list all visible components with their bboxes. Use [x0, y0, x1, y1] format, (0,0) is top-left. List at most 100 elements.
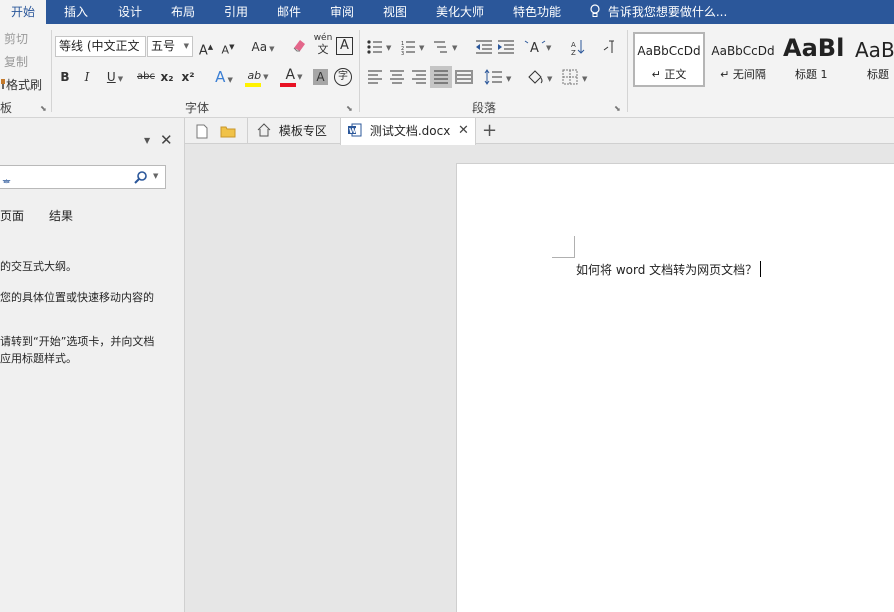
enclose-characters-icon: 字: [338, 71, 348, 82]
new-document-icon[interactable]: [196, 124, 208, 139]
text-effects-button[interactable]: A ▼: [210, 67, 238, 87]
bold-button[interactable]: B: [58, 67, 72, 87]
nav-hint-text: 您的具体位置或快速移动内容的: [0, 291, 154, 304]
style-preview: AaBbCcDd: [711, 44, 775, 58]
paragraph-dialog-launcher[interactable]: ⬊: [614, 104, 621, 113]
highlight-color-button[interactable]: ab ▼: [243, 65, 273, 89]
tab-review-label: 审阅: [330, 5, 355, 19]
show-formatting-marks-icon[interactable]: [603, 40, 614, 53]
tab-review[interactable]: 审阅: [330, 0, 354, 24]
nav-hint-text: 应用标题样式。: [0, 352, 77, 365]
style-preview: AaBl: [783, 34, 843, 62]
clear-formatting-button[interactable]: [289, 37, 309, 57]
bullets-icon[interactable]: ▼: [367, 40, 392, 54]
character-shading-button[interactable]: A: [313, 69, 328, 85]
paragraph-group-label: 段落: [472, 101, 497, 115]
folder-icon[interactable]: [220, 125, 236, 138]
style-name: ↵ 正文: [651, 68, 687, 81]
tab-template-zone[interactable]: 模板专区: [247, 118, 339, 144]
svg-text:▼: ▼: [386, 44, 392, 52]
svg-text:▼: ▼: [506, 75, 512, 83]
close-icon[interactable]: ✕: [160, 131, 173, 149]
phonetic-guide-bottom: 文: [317, 43, 329, 56]
nav-tab-pages[interactable]: 页面: [0, 207, 24, 224]
document-page[interactable]: 如何将 word 文档转为网页文档？: [456, 163, 894, 612]
nav-tab-results[interactable]: 结果: [49, 207, 73, 224]
tab-special-features[interactable]: 特色功能: [513, 0, 561, 24]
font-dialog-launcher[interactable]: ⬊: [346, 104, 353, 113]
sort-icon[interactable]: AZ: [571, 40, 585, 57]
character-border-button[interactable]: A: [336, 37, 353, 55]
format-painter-button[interactable]: 格式刷: [0, 75, 42, 95]
chevron-down-icon: ▼: [153, 172, 159, 180]
style-heading-1[interactable]: AaBl 标题 1: [781, 32, 843, 87]
subscript-button[interactable]: x₂: [160, 67, 174, 87]
group-separator: [627, 30, 628, 112]
shrink-font-button[interactable]: A▼: [220, 37, 236, 57]
tab-references[interactable]: 引用: [224, 0, 248, 24]
clipboard-group-label: 板: [0, 101, 13, 115]
style-no-spacing[interactable]: AaBbCcDd ↵ 无间隔: [707, 32, 779, 87]
format-painter-label: 格式刷: [6, 78, 43, 92]
clipboard-dialog-launcher[interactable]: ⬊: [40, 104, 47, 113]
distributed-icon[interactable]: [455, 70, 473, 84]
italic-button[interactable]: I: [80, 67, 94, 87]
align-right-icon[interactable]: [412, 70, 426, 84]
document-body-text[interactable]: 如何将 word 文档转为网页文档？: [576, 261, 762, 278]
chevron-down-icon: ▼: [269, 45, 275, 53]
style-title[interactable]: AaBl 标题: [852, 32, 894, 87]
borders-icon[interactable]: ▼: [562, 69, 588, 85]
document-canvas: 如何将 word 文档转为网页文档？: [185, 145, 894, 612]
ribbon-tab-bar: 开始 插入 设计 布局 引用 邮件 审阅 视图 美化大师 特色功能 告诉我您想要…: [0, 0, 894, 24]
text-effects-icon: A: [215, 68, 226, 86]
style-preview: AaBl: [855, 38, 894, 62]
tab-insert[interactable]: 插入: [64, 0, 88, 24]
style-normal[interactable]: AaBbCcDd ↵ 正文: [633, 32, 705, 87]
tab-view[interactable]: 视图: [383, 0, 407, 24]
numbering-icon[interactable]: 123▼: [401, 41, 425, 57]
phonetic-guide-button[interactable]: wén 文: [313, 33, 333, 59]
tab-mailings[interactable]: 邮件: [277, 0, 301, 24]
tab-test-document[interactable]: W 测试文档.docx ✕: [340, 118, 476, 145]
justify-icon[interactable]: [430, 66, 452, 88]
word-document-icon: W: [348, 123, 362, 137]
font-color-bar: [280, 83, 296, 87]
shading-bucket-icon[interactable]: ▼: [528, 70, 553, 84]
italic-icon: I: [84, 70, 90, 84]
close-tab-icon[interactable]: ✕: [458, 118, 469, 144]
decrease-indent-icon[interactable]: [476, 40, 492, 54]
pane-options-chevron-icon[interactable]: ▼: [144, 136, 150, 145]
nav-search-input[interactable]: ᇂ ▼: [0, 165, 166, 189]
superscript-button[interactable]: x²: [181, 67, 195, 87]
font-color-icon: A: [285, 67, 296, 83]
tab-beautify-master[interactable]: 美化大师: [436, 0, 484, 24]
increase-indent-icon[interactable]: [498, 40, 514, 54]
font-name-combo[interactable]: 等线 (中文正文: [55, 36, 146, 57]
nav-search-value: ᇂ: [1, 171, 13, 185]
tab-layout[interactable]: 布局: [171, 0, 195, 24]
tab-design[interactable]: 设计: [118, 0, 142, 24]
margin-corner-mark: [552, 236, 575, 258]
enclose-characters-button[interactable]: 字: [334, 68, 352, 86]
font-color-button[interactable]: A ▼: [279, 65, 309, 89]
align-left-icon[interactable]: [368, 70, 382, 84]
cut-button[interactable]: 剪切: [4, 29, 28, 49]
style-preview: AaBbCcDd: [637, 44, 701, 58]
tab-home[interactable]: 开始: [0, 0, 46, 24]
chevron-down-icon: ▼: [183, 42, 189, 50]
align-center-icon[interactable]: [390, 70, 404, 84]
strikethrough-button[interactable]: abc: [136, 67, 156, 87]
copy-button[interactable]: 复制: [4, 52, 28, 72]
character-shading-icon: A: [316, 70, 325, 84]
tell-me-box[interactable]: 告诉我您想要做什么...: [589, 0, 727, 24]
chinese-layout-icon[interactable]: A ▼: [524, 40, 552, 56]
multilevel-list-icon[interactable]: ▼: [434, 41, 458, 53]
grow-font-button[interactable]: A▲: [198, 37, 214, 58]
tell-me-text: 告诉我您想要做什么...: [607, 5, 728, 19]
font-size-combo[interactable]: 五号 ▼: [147, 36, 193, 57]
new-tab-plus-icon[interactable]: +: [482, 119, 497, 143]
underline-button[interactable]: U ▼: [102, 67, 128, 87]
change-case-button[interactable]: Aa ▼: [248, 37, 278, 57]
line-spacing-icon[interactable]: ▼: [484, 69, 512, 85]
chevron-down-icon: ▼: [227, 76, 233, 84]
